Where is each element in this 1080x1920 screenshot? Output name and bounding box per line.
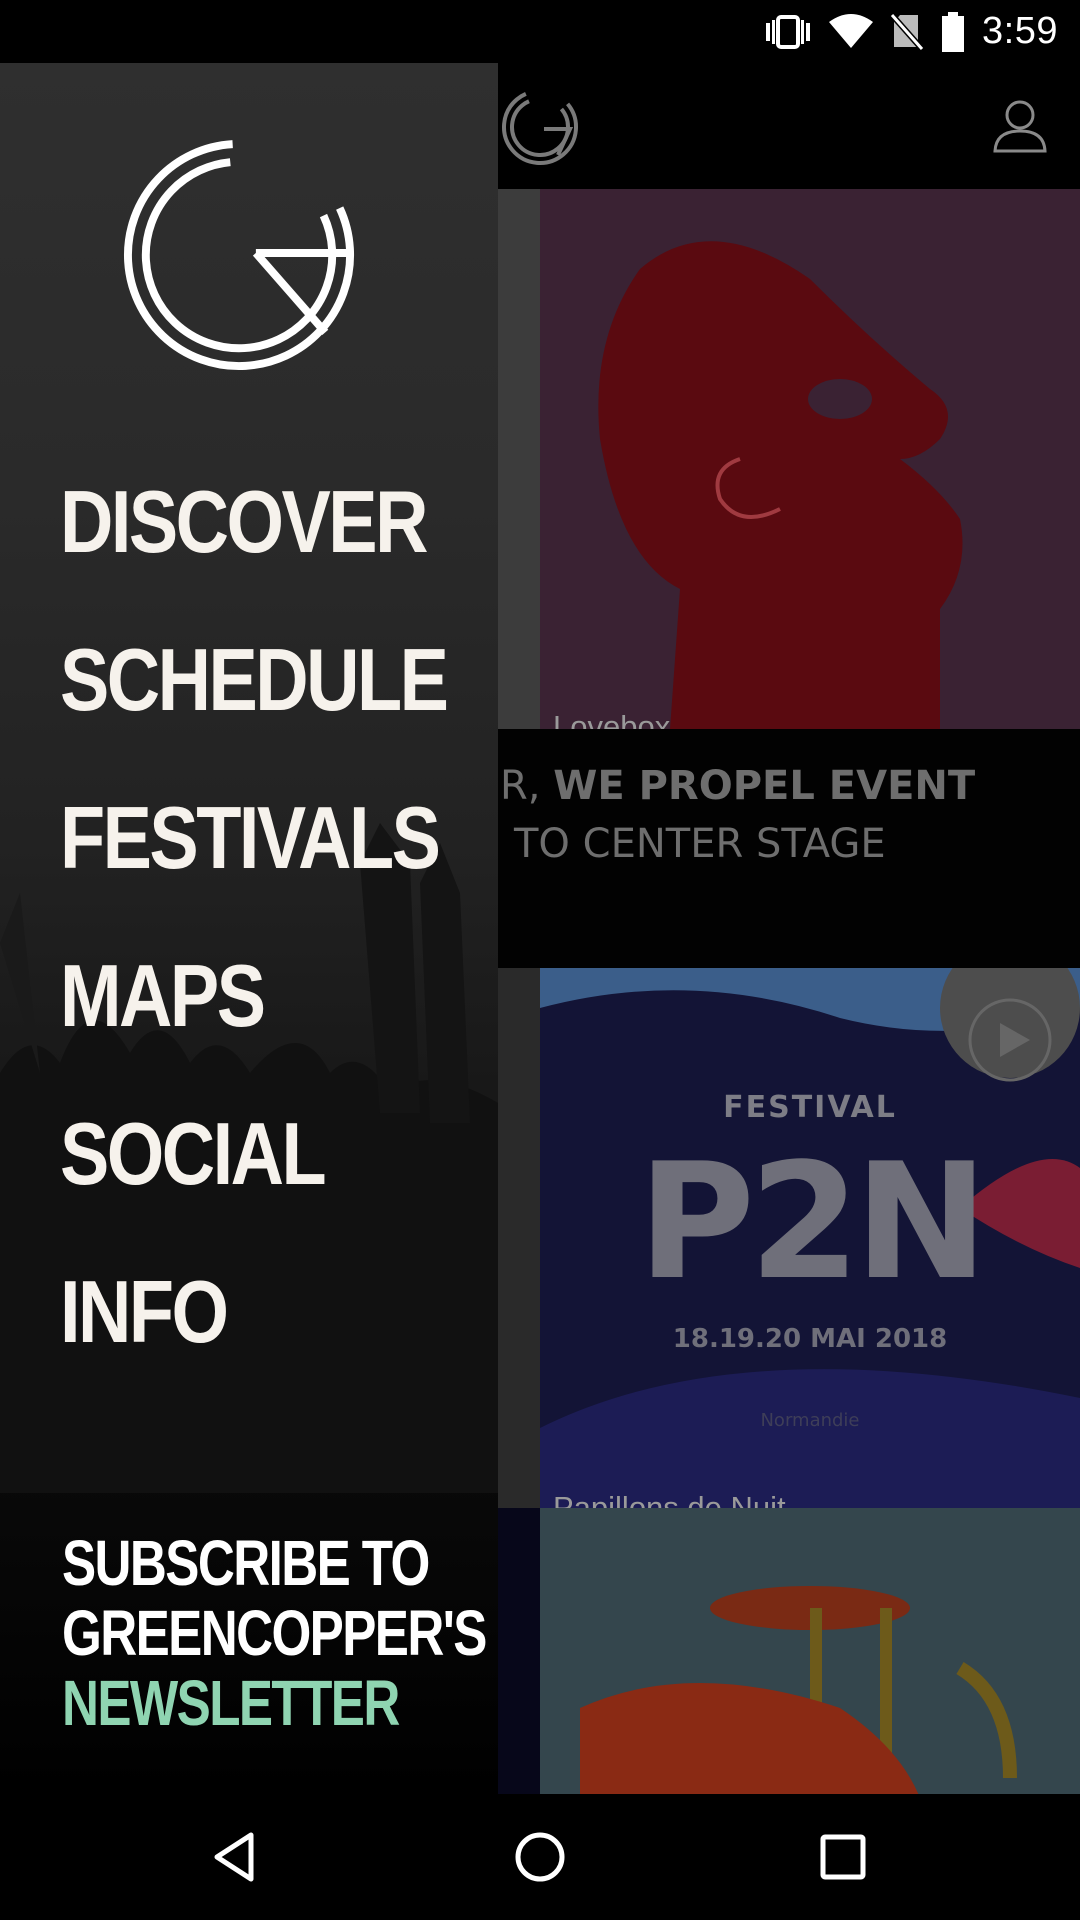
battery-icon [942,11,965,52]
navigation-drawer: DISCOVER SCHEDULE FESTIVALS MAPS SOCIAL … [0,63,498,1794]
card-label: Papillons de Nuit [553,1490,786,1508]
card-label: Lovebox [553,709,671,729]
plane-poster [540,1508,1080,1794]
poster-heading: FESTIVAL [723,1090,897,1125]
system-nav-bar [0,1794,1080,1920]
no-sim-icon [890,12,925,51]
menu-item-schedule[interactable]: SCHEDULE [60,601,449,759]
menu-item-info[interactable]: INFO [60,1233,446,1391]
status-bar: 3:59 [0,0,1080,63]
menu-item-festivals[interactable]: FESTIVALS [60,759,446,917]
newsletter-subscribe-link[interactable]: SUBSCRIBE TO GREENCOPPER'S NEWSLETTER [62,1527,487,1739]
p2n-poster: FESTIVAL P2N 18.19.20 MAI 2018 Normandie [540,968,1080,1508]
greencopper-logo [123,139,355,371]
poster-dates: 18.19.20 MAI 2018 [672,1324,948,1354]
banner-line-1: R, WE PROPEL EVENT [500,763,976,809]
menu-item-maps[interactable]: MAPS [60,917,446,1075]
subscribe-line-3: NEWSLETTER [62,1667,400,1739]
back-icon[interactable] [205,1827,265,1887]
recents-icon[interactable] [813,1827,873,1887]
menu-item-discover[interactable]: DISCOVER [60,443,446,601]
poster-name: P2N [637,1128,989,1315]
home-icon[interactable] [510,1827,570,1887]
greencopper-logo [502,89,578,165]
drawer-menu: DISCOVER SCHEDULE FESTIVALS MAPS SOCIAL … [60,443,498,1391]
wifi-icon [829,13,874,48]
banner-line-2: TO CENTER STAGE [514,821,886,867]
clock: 3:59 [982,10,1058,52]
profile-icon[interactable] [990,95,1050,155]
subscribe-line-1: SUBSCRIBE TO [62,1527,430,1599]
vibrate-icon [766,14,811,49]
menu-item-social[interactable]: SOCIAL [60,1075,446,1233]
subscribe-line-2: GREENCOPPER'S [62,1597,487,1669]
lovebox-poster [540,189,1080,729]
poster-region: Normandie [760,1410,860,1431]
